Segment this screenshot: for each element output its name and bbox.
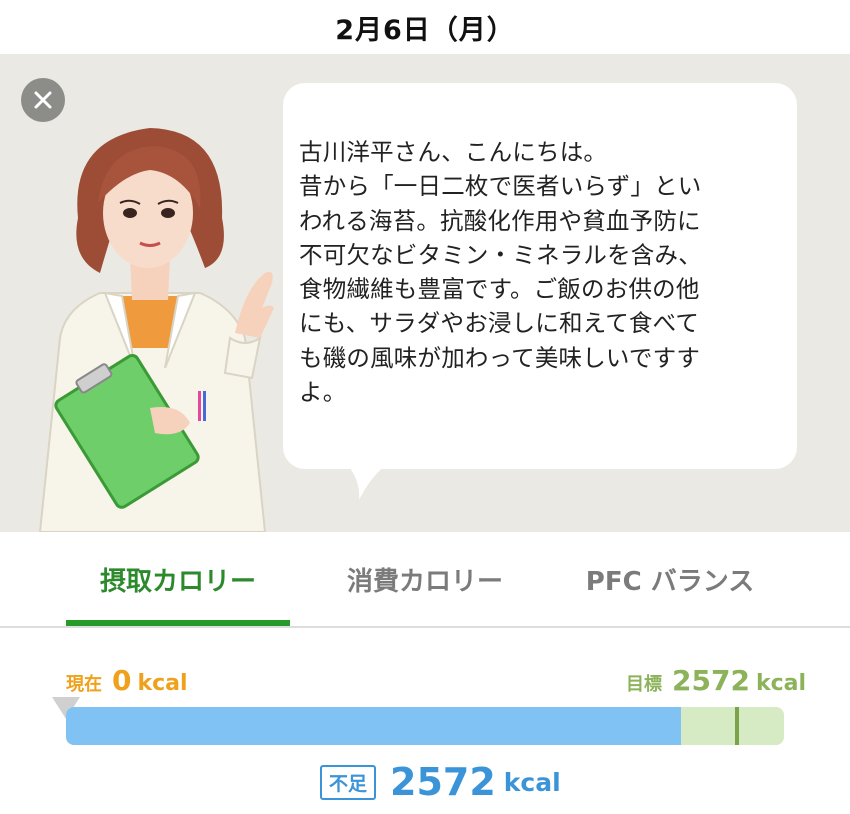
speech-bubble: 古川洋平さん、こんにちは。 昔から「一日二枚で医者いらず」とい われる海苔。抗酸… <box>283 83 797 469</box>
goal-value: 2572 <box>672 664 750 697</box>
goal-calories: 目標 2572 kcal <box>626 664 806 697</box>
speech-bubble-tail <box>343 460 393 500</box>
current-unit: kcal <box>137 671 188 696</box>
calorie-tabs: 摂取カロリー 消費カロリー PFC バランス <box>0 532 850 628</box>
current-label: 現在 <box>66 674 102 695</box>
close-button[interactable] <box>21 78 65 122</box>
tab-pfc-balance[interactable]: PFC バランス <box>560 532 780 626</box>
goal-label: 目標 <box>626 674 662 695</box>
progress-fill <box>66 707 681 745</box>
current-calories: 現在 0 kcal <box>66 664 188 697</box>
deficit-value: 2572 <box>390 760 496 804</box>
deficit-badge: 不足 <box>320 764 377 800</box>
tabs-divider <box>0 626 850 628</box>
advisor-illustration <box>38 128 274 532</box>
goal-unit: kcal <box>755 671 806 696</box>
tab-intake-calories[interactable]: 摂取カロリー <box>66 532 290 626</box>
current-value: 0 <box>112 664 132 697</box>
header: 2月6日（月） <box>0 0 850 54</box>
goal-marker <box>735 707 740 745</box>
calorie-progress-bar <box>66 707 784 745</box>
calorie-deficit: 不足 2572 kcal <box>320 760 561 804</box>
deficit-unit: kcal <box>503 767 561 797</box>
close-icon <box>34 91 52 109</box>
advisor-message: 古川洋平さん、こんにちは。 昔から「一日二枚で医者いらず」とい われる海苔。抗酸… <box>299 138 702 407</box>
date-title: 2月6日（月） <box>335 14 515 46</box>
tab-burned-calories[interactable]: 消費カロリー <box>320 532 530 626</box>
